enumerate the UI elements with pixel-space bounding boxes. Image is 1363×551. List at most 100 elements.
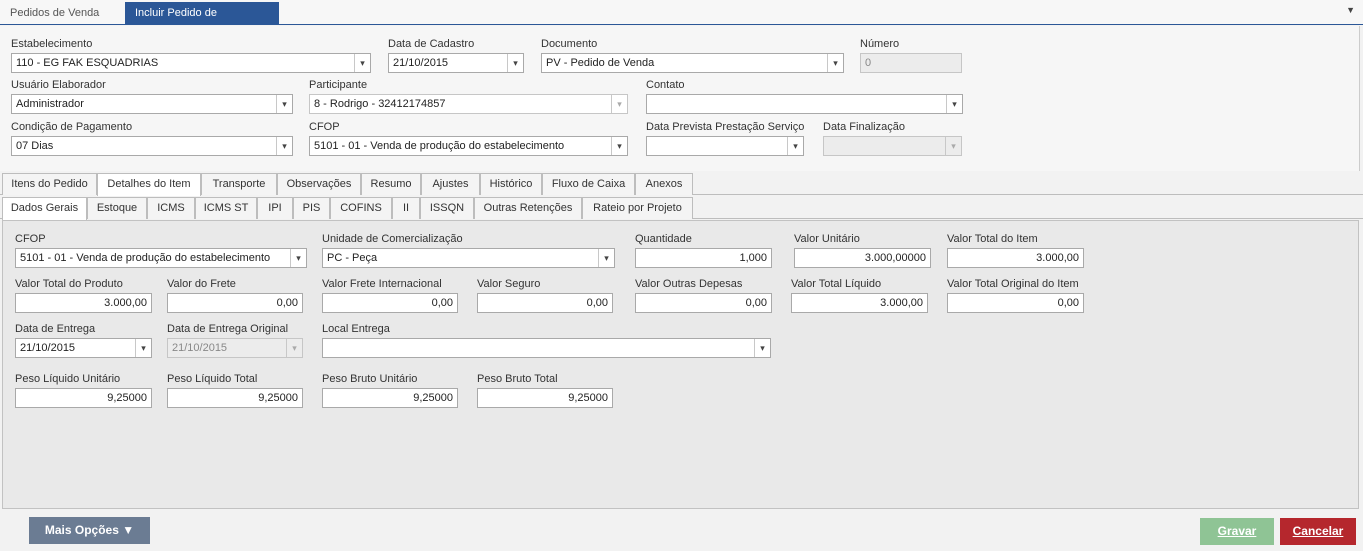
- valor-frete-internacional-label: Valor Frete Internacional: [322, 278, 442, 290]
- valor-total-produto-field[interactable]: 3.000,00: [15, 293, 152, 313]
- participante-select: 8 - Rodrigo - 32412174857 ▾: [309, 94, 628, 114]
- tab-ipi[interactable]: IPI: [257, 197, 293, 219]
- tab-dados-gerais[interactable]: Dados Gerais: [2, 197, 87, 220]
- valor-total-original-label: Valor Total Original do Item: [947, 278, 1079, 290]
- tab-icms-st[interactable]: ICMS ST: [195, 197, 257, 219]
- peso-bruto-unitario-field[interactable]: 9,25000: [322, 388, 458, 408]
- data-cadastro-field[interactable]: 21/10/2015 ▾: [388, 53, 524, 73]
- estabelecimento-select[interactable]: 110 - EG FAK ESQUADRIAS ▾: [11, 53, 371, 73]
- more-options-button[interactable]: Mais Opções ▼: [29, 517, 150, 544]
- usuario-label: Usuário Elaborador: [11, 79, 106, 91]
- usuario-select[interactable]: Administrador ▾: [11, 94, 293, 114]
- valor-seguro-field[interactable]: 0,00: [477, 293, 613, 313]
- data-prevista-field[interactable]: ▾: [646, 136, 804, 156]
- tab-resumo[interactable]: Resumo: [361, 173, 421, 195]
- documento-select[interactable]: PV - Pedido de Venda ▾: [541, 53, 844, 73]
- valor-total-produto-label: Valor Total do Produto: [15, 278, 123, 290]
- tab-icms[interactable]: ICMS: [147, 197, 195, 219]
- numero-field: 0: [860, 53, 962, 73]
- valor-seguro-label: Valor Seguro: [477, 278, 541, 290]
- tab-fluxo-de-caixa[interactable]: Fluxo de Caixa: [542, 173, 635, 195]
- data-entrega-label: Data de Entrega: [15, 323, 96, 335]
- data-prevista-label: Data Prevista Prestação Serviço: [646, 121, 805, 133]
- chevron-down-icon[interactable]: ▾: [946, 95, 962, 113]
- data-cadastro-label: Data de Cadastro: [388, 38, 475, 50]
- local-entrega-select[interactable]: ▾: [322, 338, 771, 358]
- data-finalizacao-label: Data Finalização: [823, 121, 905, 133]
- tab-transporte[interactable]: Transporte: [201, 173, 277, 195]
- chevron-down-icon: ▾: [611, 95, 627, 113]
- peso-bruto-total-label: Peso Bruto Total: [477, 373, 558, 385]
- documento-label: Documento: [541, 38, 598, 50]
- cancel-button[interactable]: Cancelar: [1280, 518, 1356, 545]
- peso-liquido-unitario-label: Peso Líquido Unitário: [15, 373, 121, 385]
- condicao-select[interactable]: 07 Dias ▾: [11, 136, 293, 156]
- tab-outras-retencoes[interactable]: Outras Retenções: [474, 197, 582, 219]
- valor-unitario-field[interactable]: 3.000,00000: [794, 248, 931, 268]
- sub-tab-bar: Dados Gerais Estoque ICMS ICMS ST IPI PI…: [0, 197, 1363, 220]
- tab-rateio-por-projeto[interactable]: Rateio por Projeto: [582, 197, 693, 219]
- chevron-down-icon[interactable]: ▾: [754, 339, 770, 357]
- valor-total-item-label: Valor Total do Item: [947, 233, 1038, 245]
- chevron-down-icon[interactable]: ▾: [598, 249, 614, 267]
- local-entrega-label: Local Entrega: [322, 323, 390, 335]
- document-tab-bar: Pedidos de Venda Incluir Pedido de Venda…: [0, 0, 1363, 44]
- tab-anexos[interactable]: Anexos: [635, 173, 693, 195]
- save-button[interactable]: Gravar: [1200, 518, 1274, 545]
- chevron-down-icon[interactable]: ▾: [276, 95, 292, 113]
- valor-outras-despesas-field[interactable]: 0,00: [635, 293, 772, 313]
- participante-label: Participante: [309, 79, 368, 91]
- contato-label: Contato: [646, 79, 685, 91]
- unidade-select[interactable]: PC - Peça ▾: [322, 248, 615, 268]
- chevron-down-icon: ▾: [286, 339, 302, 357]
- cfop-select[interactable]: 5101 - 01 - Venda de produção do estabel…: [309, 136, 628, 156]
- chevron-down-icon[interactable]: ▾: [354, 54, 370, 72]
- tab-historico[interactable]: Histórico: [480, 173, 542, 195]
- item-cfop-label: CFOP: [15, 233, 46, 245]
- chevron-down-icon[interactable]: ▾: [135, 339, 151, 357]
- tab-ajustes[interactable]: Ajustes: [421, 173, 480, 195]
- data-finalizacao-field: ▾: [823, 136, 962, 156]
- peso-bruto-total-field[interactable]: 9,25000: [477, 388, 613, 408]
- data-entrega-original-label: Data de Entrega Original: [167, 323, 289, 335]
- chevron-down-icon[interactable]: ▾: [507, 54, 523, 72]
- chevron-down-icon[interactable]: ▾: [276, 137, 292, 155]
- tab-cofins[interactable]: COFINS: [330, 197, 392, 219]
- footer-bar: Mais Opções ▼ Gravar Cancelar: [0, 510, 1363, 551]
- contato-select[interactable]: ▾: [646, 94, 963, 114]
- order-header-form: Estabelecimento 110 - EG FAK ESQUADRIAS ▾…: [0, 26, 1360, 171]
- quantidade-label: Quantidade: [635, 233, 692, 245]
- tab-detalhes-do-item[interactable]: Detalhes do Item: [97, 173, 201, 196]
- valor-unitario-label: Valor Unitário: [794, 233, 860, 245]
- chevron-down-icon[interactable]: ▾: [787, 137, 803, 155]
- valor-frete-internacional-field[interactable]: 0,00: [322, 293, 458, 313]
- valor-frete-label: Valor do Frete: [167, 278, 236, 290]
- tab-observacoes[interactable]: Observações: [277, 173, 361, 195]
- chevron-down-icon: ▾: [945, 137, 961, 155]
- tab-ii[interactable]: II: [392, 197, 420, 219]
- doc-tab-pedidos-de-venda[interactable]: Pedidos de Venda: [0, 2, 109, 25]
- doc-tab-incluir-pedido[interactable]: Incluir Pedido de Venda✕: [125, 2, 279, 44]
- chevron-down-icon[interactable]: ▾: [290, 249, 306, 267]
- valor-total-original-field[interactable]: 0,00: [947, 293, 1084, 313]
- chevron-down-icon[interactable]: ▾: [827, 54, 843, 72]
- chevron-down-icon[interactable]: ▼: [1346, 5, 1355, 15]
- tab-issqn[interactable]: ISSQN: [420, 197, 474, 219]
- data-entrega-original-field: 21/10/2015 ▾: [167, 338, 303, 358]
- valor-frete-field[interactable]: 0,00: [167, 293, 303, 313]
- tab-itens-do-pedido[interactable]: Itens do Pedido: [2, 173, 97, 195]
- quantidade-field[interactable]: 1,000: [635, 248, 772, 268]
- data-entrega-field[interactable]: 21/10/2015 ▾: [15, 338, 152, 358]
- tab-pis[interactable]: PIS: [293, 197, 330, 219]
- valor-total-liquido-field[interactable]: 3.000,00: [791, 293, 928, 313]
- valor-total-item-field[interactable]: 3.000,00: [947, 248, 1084, 268]
- tab-estoque[interactable]: Estoque: [87, 197, 147, 219]
- peso-bruto-unitario-label: Peso Bruto Unitário: [322, 373, 418, 385]
- condicao-label: Condição de Pagamento: [11, 121, 133, 133]
- item-cfop-select[interactable]: 5101 - 01 - Venda de produção do estabel…: [15, 248, 307, 268]
- chevron-down-icon[interactable]: ▾: [611, 137, 627, 155]
- peso-liquido-total-field[interactable]: 9,25000: [167, 388, 303, 408]
- valor-outras-despesas-label: Valor Outras Depesas: [635, 278, 743, 290]
- peso-liquido-unitario-field[interactable]: 9,25000: [15, 388, 152, 408]
- main-tab-bar: Itens do Pedido Detalhes do Item Transpo…: [0, 173, 1363, 196]
